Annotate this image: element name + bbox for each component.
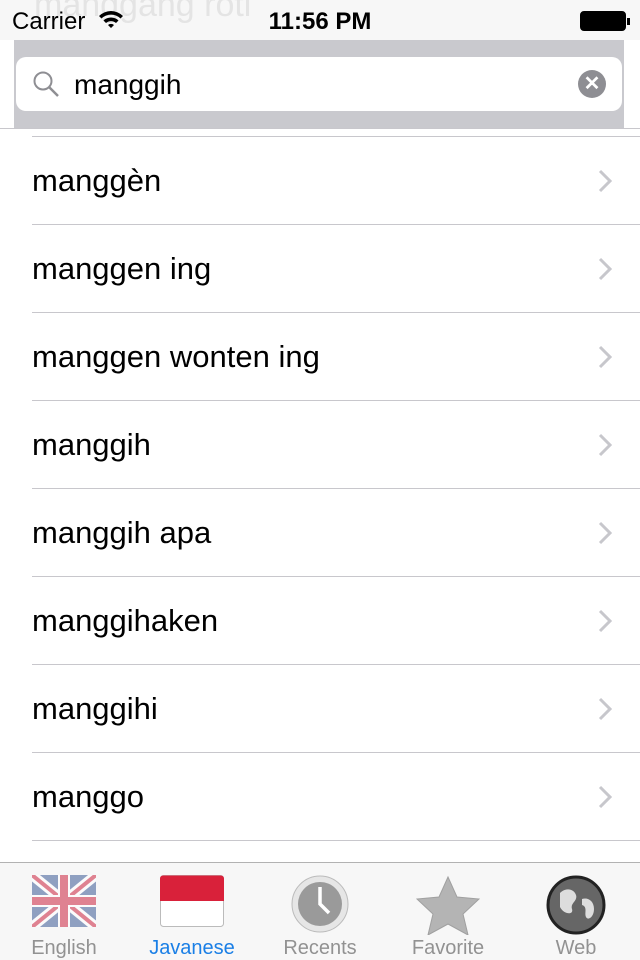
- list-item-label: manggen ing: [32, 251, 212, 286]
- status-bar: manggang roti Carrier 11:56 PM: [0, 0, 640, 40]
- list-item[interactable]: manggih apa: [32, 488, 640, 576]
- list-item[interactable]: manggen wonten ing: [32, 312, 640, 400]
- list-item-label: manggihi: [32, 691, 158, 726]
- list-item[interactable]: manggen ing: [32, 224, 640, 312]
- uk-flag-icon: [32, 875, 96, 927]
- list-item-label: manggen wonten ing: [32, 339, 320, 374]
- chevron-right-icon: [598, 521, 612, 545]
- tab-bar: English Javanese Recents Favorite Web: [0, 862, 640, 960]
- clear-icon[interactable]: ✕: [578, 70, 606, 98]
- list-item-label: manggih: [32, 427, 151, 462]
- list-item[interactable]: manggih: [32, 400, 640, 488]
- tab-english[interactable]: English: [0, 863, 128, 960]
- list-item[interactable]: manggo: [32, 752, 640, 840]
- list-item[interactable]: manggèn: [32, 136, 640, 224]
- list-item[interactable]: manggihi: [32, 664, 640, 752]
- clock: 11:56 PM: [268, 8, 372, 35]
- chevron-right-icon: [598, 609, 612, 633]
- chevron-right-icon: [598, 785, 612, 809]
- chevron-right-icon: [598, 433, 612, 457]
- list-item[interactable]: manggihaken: [32, 576, 640, 664]
- divider: [0, 128, 640, 129]
- tab-favorite[interactable]: Favorite: [384, 863, 512, 960]
- globe-icon: [546, 875, 606, 935]
- indonesia-flag-icon: [160, 875, 224, 927]
- list-item-label: manggih apa: [32, 515, 212, 550]
- list-item-label: manggihaken: [32, 603, 219, 638]
- star-icon: [416, 875, 480, 935]
- chevron-right-icon: [598, 345, 612, 369]
- chevron-right-icon: [598, 697, 612, 721]
- search-bar: ✕: [14, 40, 624, 128]
- tab-web[interactable]: Web: [512, 863, 640, 960]
- tab-label: Javanese: [149, 937, 235, 959]
- tab-label: Web: [555, 937, 597, 959]
- search-icon: [33, 71, 59, 97]
- tab-label: Recents: [283, 937, 357, 959]
- results-list: manggèn manggen ing manggen wonten ing m…: [0, 136, 640, 928]
- list-item-label: manggo: [32, 779, 145, 814]
- search-field[interactable]: ✕: [16, 57, 622, 111]
- tab-label: English: [31, 937, 97, 959]
- tab-javanese[interactable]: Javanese: [128, 863, 256, 960]
- chevron-right-icon: [598, 257, 612, 281]
- tab-recents[interactable]: Recents: [256, 863, 384, 960]
- chevron-right-icon: [598, 169, 612, 193]
- battery-icon: [580, 11, 630, 31]
- tab-label: Favorite: [411, 937, 485, 959]
- clock-icon: [291, 875, 349, 933]
- search-input[interactable]: [74, 69, 554, 101]
- list-item-label: manggèn: [32, 163, 162, 198]
